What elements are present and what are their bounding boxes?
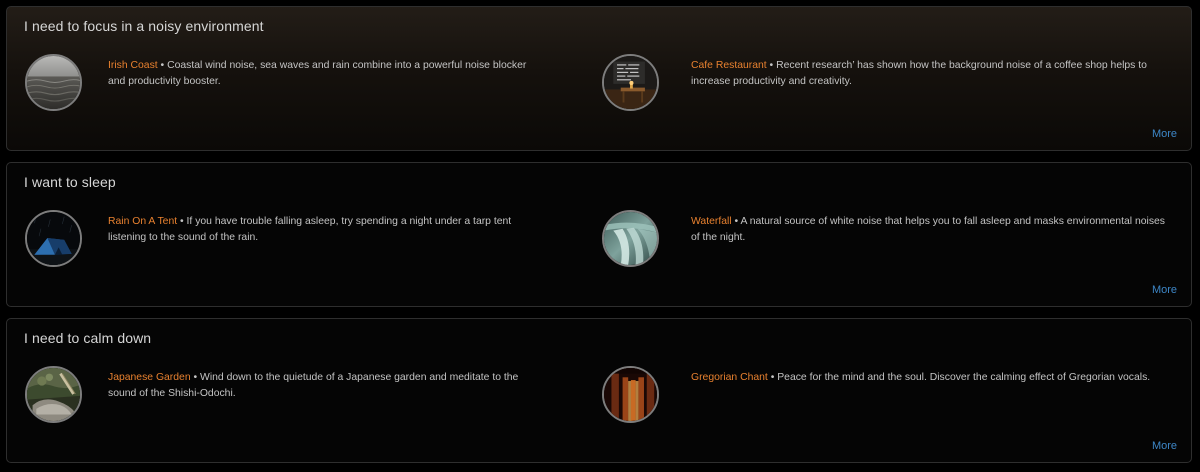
more-link[interactable]: More <box>1152 284 1177 296</box>
item-description-block: Rain On A Tent • If you have trouble fal… <box>108 214 545 246</box>
section-sleep: I want to sleep Rain On A Tent • If you … <box>6 162 1192 307</box>
section-calm: I need to calm down Japanese Garden • Wi… <box>6 318 1192 463</box>
section-title: I need to calm down <box>24 330 152 346</box>
item-description-block: Cafe Restaurant • Recent research’ has s… <box>691 58 1172 90</box>
cloister-corridor-image <box>604 368 657 421</box>
page: I need to focus in a noisy environment I… <box>0 0 1200 472</box>
cafe-interior-image <box>604 56 657 109</box>
waterfall-thumbnail[interactable] <box>602 210 659 267</box>
bullet-separator: • <box>766 60 777 71</box>
section-title: I need to focus in a noisy environment <box>24 18 264 34</box>
bullet-separator: • <box>177 216 187 227</box>
item-title-link[interactable]: Irish Coast <box>108 60 158 71</box>
item-title-link[interactable]: Cafe Restaurant <box>691 60 767 71</box>
tent-at-night-image <box>27 212 80 265</box>
item-description-block: Japanese Garden • Wind down to the quiet… <box>108 370 545 402</box>
item-title-link[interactable]: Waterfall <box>691 216 732 227</box>
bullet-separator: • <box>767 372 778 383</box>
item-description-block: Irish Coast • Coastal wind noise, sea wa… <box>108 58 545 90</box>
more-link[interactable]: More <box>1152 440 1177 452</box>
more-link[interactable]: More <box>1152 128 1177 140</box>
item-description: A natural source of white noise that hel… <box>691 216 1165 243</box>
item-title-link[interactable]: Rain On A Tent <box>108 216 177 227</box>
bullet-separator: • <box>157 60 168 71</box>
gregorian-chant-thumbnail[interactable] <box>602 366 659 423</box>
item-title-link[interactable]: Gregorian Chant <box>691 372 768 383</box>
item-title-link[interactable]: Japanese Garden <box>108 372 191 383</box>
japanese-garden-thumbnail[interactable] <box>25 366 82 423</box>
item-description-block: Gregorian Chant • Peace for the mind and… <box>691 370 1172 386</box>
item-description-block: Waterfall • A natural source of white no… <box>691 214 1172 246</box>
waterfall-image <box>604 212 657 265</box>
irish-coast-thumbnail[interactable] <box>25 54 82 111</box>
rain-on-a-tent-thumbnail[interactable] <box>25 210 82 267</box>
item-description: Coastal wind noise, sea waves and rain c… <box>108 60 527 87</box>
japanese-garden-image <box>27 368 80 421</box>
section-focus: I need to focus in a noisy environment I… <box>6 6 1192 151</box>
cafe-restaurant-thumbnail[interactable] <box>602 54 659 111</box>
bullet-separator: • <box>190 372 201 383</box>
sea-waves-image <box>27 56 80 109</box>
item-description: Peace for the mind and the soul. Discove… <box>777 372 1151 383</box>
section-title: I want to sleep <box>24 174 116 190</box>
